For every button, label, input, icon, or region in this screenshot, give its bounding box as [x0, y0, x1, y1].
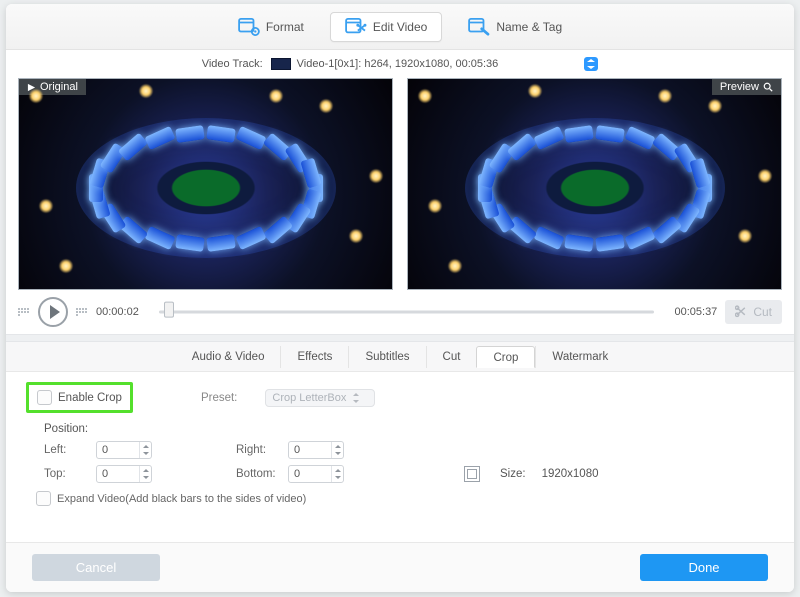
- scissors-icon: [735, 305, 749, 319]
- format-icon: [238, 18, 260, 36]
- stepper-arrows-icon[interactable]: [139, 466, 151, 482]
- right-stepper[interactable]: 0: [288, 441, 344, 459]
- edit-video-icon: [345, 18, 367, 36]
- done-button[interactable]: Done: [640, 554, 768, 581]
- time-current: 00:00:02: [96, 306, 151, 318]
- track-dropdown-icon[interactable]: [584, 57, 598, 71]
- preset-label: Preset:: [201, 392, 237, 404]
- stepper-arrows-icon[interactable]: [139, 442, 151, 458]
- subtab-watermark[interactable]: Watermark: [535, 346, 624, 368]
- chevron-updown-icon: [353, 393, 361, 403]
- preset-select[interactable]: Crop LetterBox: [265, 389, 375, 407]
- editor-window: Format Edit Video Name & Tag Video Track…: [6, 4, 794, 592]
- grip-dots: [76, 308, 88, 316]
- magnifier-icon: [763, 82, 773, 92]
- track-thumbnail: [271, 58, 291, 70]
- play-button[interactable]: [38, 297, 68, 327]
- stadium-render: [465, 118, 725, 258]
- crop-panel: Enable Crop Preset: Crop LetterBox Posit…: [6, 372, 794, 514]
- position-heading: Position:: [44, 423, 778, 435]
- preview-area: Original Preview: [6, 78, 794, 290]
- expand-video-label: Expand Video(Add black bars to the sides…: [57, 493, 306, 505]
- tab-name-tag-label: Name & Tag: [496, 20, 562, 34]
- enable-crop-checkbox[interactable]: [37, 390, 52, 405]
- subtab-effects[interactable]: Effects: [280, 346, 348, 368]
- preset-value: Crop LetterBox: [272, 392, 346, 404]
- position-grid: Position: Left: 0 Right: 0 Top: 0 Bottom…: [44, 423, 778, 483]
- seek-bar[interactable]: [159, 302, 654, 322]
- footer: Cancel Done: [6, 542, 794, 592]
- subtab-subtitles[interactable]: Subtitles: [348, 346, 425, 368]
- grip-dots: [18, 308, 30, 316]
- enable-crop-label: Enable Crop: [58, 392, 122, 404]
- left-label: Left:: [44, 444, 86, 456]
- original-pane[interactable]: Original: [18, 78, 393, 290]
- size-value: 1920x1080: [542, 468, 599, 480]
- tab-edit-video-label: Edit Video: [373, 20, 428, 34]
- tab-format[interactable]: Format: [224, 13, 318, 41]
- subtab-audio-video[interactable]: Audio & Video: [176, 346, 281, 368]
- video-track-select[interactable]: Video-1[0x1]: h264, 1920x1080, 00:05:36: [271, 57, 599, 71]
- stepper-arrows-icon[interactable]: [331, 466, 343, 482]
- bottom-stepper[interactable]: 0: [288, 465, 344, 483]
- video-track-value: Video-1[0x1]: h264, 1920x1080, 00:05:36: [297, 58, 499, 70]
- tab-name-tag[interactable]: Name & Tag: [454, 13, 576, 41]
- subtab-cut[interactable]: Cut: [426, 346, 477, 368]
- expand-video-checkbox[interactable]: [36, 491, 51, 506]
- cut-button[interactable]: Cut: [725, 300, 782, 324]
- video-track-label: Video Track:: [202, 58, 263, 70]
- enable-crop-highlight: Enable Crop: [26, 382, 133, 413]
- top-label: Top:: [44, 468, 86, 480]
- section-divider: [6, 334, 794, 342]
- bottom-label: Bottom:: [236, 468, 278, 480]
- right-label: Right:: [236, 444, 278, 456]
- stadium-render: [76, 118, 336, 258]
- tab-edit-video[interactable]: Edit Video: [330, 12, 443, 42]
- cancel-button[interactable]: Cancel: [32, 554, 160, 581]
- top-tab-bar: Format Edit Video Name & Tag: [6, 4, 794, 50]
- size-icon[interactable]: [464, 466, 480, 482]
- stepper-arrows-icon[interactable]: [331, 442, 343, 458]
- size-label: Size:: [500, 468, 526, 480]
- sub-tab-bar: Audio & Video Effects Subtitles Cut Crop…: [6, 342, 794, 372]
- subtab-crop[interactable]: Crop: [476, 346, 535, 368]
- left-stepper[interactable]: 0: [96, 441, 152, 459]
- time-total: 00:05:37: [662, 306, 717, 318]
- video-track-row: Video Track: Video-1[0x1]: h264, 1920x10…: [6, 50, 794, 78]
- top-stepper[interactable]: 0: [96, 465, 152, 483]
- preview-tag: Preview: [712, 79, 781, 95]
- cut-button-label: Cut: [753, 305, 772, 319]
- preview-pane[interactable]: Preview: [407, 78, 782, 290]
- transport-bar: 00:00:02 00:05:37 Cut: [6, 290, 794, 334]
- name-tag-icon: [468, 18, 490, 36]
- tab-format-label: Format: [266, 20, 304, 34]
- seek-handle[interactable]: [164, 302, 174, 318]
